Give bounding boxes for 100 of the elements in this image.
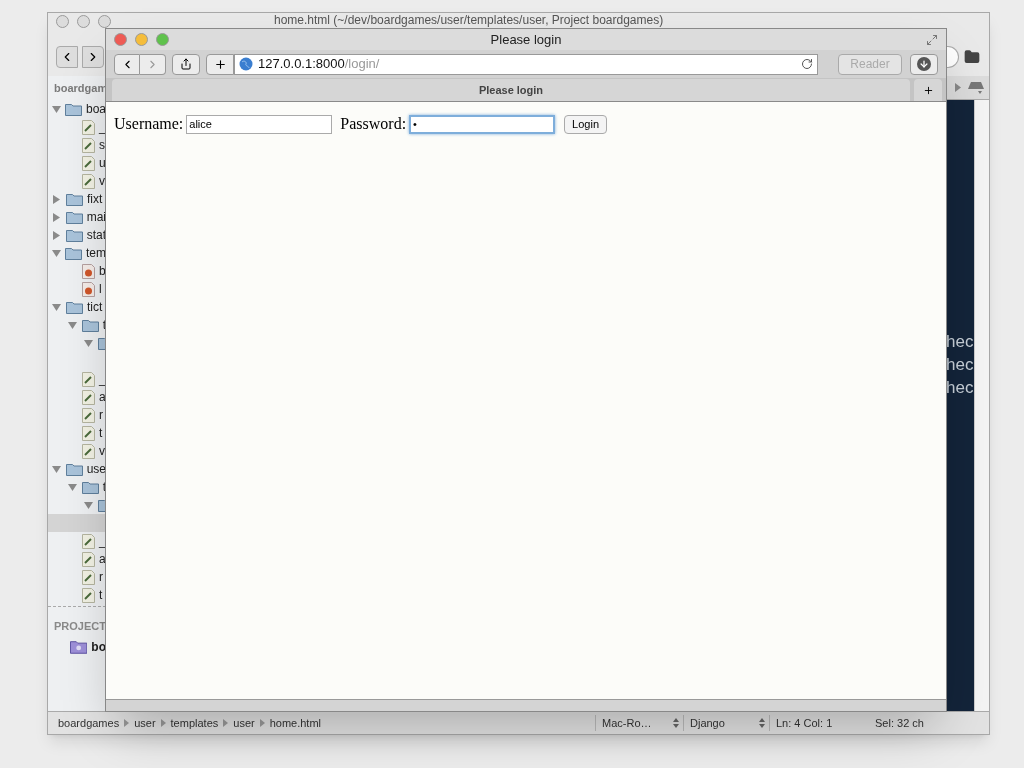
tree-item-label[interactable]: tict xyxy=(87,298,103,316)
tab-scroll-icon[interactable] xyxy=(955,83,961,92)
tree-item-label[interactable]: t xyxy=(99,586,103,604)
login-button[interactable]: Login xyxy=(564,114,607,134)
folder-icon xyxy=(66,300,83,314)
url-text: 127.0.0.1:8000/login/ xyxy=(258,55,380,74)
syntax-select[interactable]: Django xyxy=(683,714,769,732)
disclosure-triangle-icon[interactable] xyxy=(52,194,62,204)
folder-icon xyxy=(65,228,83,242)
script-file-icon xyxy=(82,137,95,153)
projects-header: PROJECT xyxy=(54,620,106,632)
address-field[interactable]: 127.0.0.1:8000/login/ xyxy=(234,53,818,75)
disclosure-triangle-icon[interactable] xyxy=(52,248,61,258)
browser-tab[interactable]: Please login xyxy=(112,79,910,101)
breadcrumb[interactable]: user xyxy=(233,714,255,732)
window-title: Please login xyxy=(490,30,562,49)
code-line: hec xyxy=(946,354,974,376)
back-button[interactable] xyxy=(114,53,140,75)
disclosure-triangle-icon[interactable] xyxy=(52,104,61,114)
globe-icon xyxy=(239,57,253,71)
folder-icon xyxy=(81,480,99,494)
script-file-icon xyxy=(82,119,95,135)
tree-item-label[interactable]: a xyxy=(99,550,106,568)
tree-item-label[interactable]: stat xyxy=(86,226,106,244)
share-icon xyxy=(180,58,192,70)
tree-item-label[interactable]: r xyxy=(99,406,103,424)
breadcrumb[interactable]: user xyxy=(134,714,156,732)
script-file-icon xyxy=(82,155,95,171)
web-file-icon xyxy=(82,281,95,297)
breadcrumb-separator-icon xyxy=(160,719,166,727)
project-icon xyxy=(70,640,88,654)
cursor-position: Ln: 4 Col: 1 xyxy=(769,714,869,732)
tree-item-label[interactable]: boa xyxy=(86,100,107,118)
disclosure-triangle-icon[interactable] xyxy=(52,464,62,474)
stepper-icon xyxy=(673,718,679,728)
password-field[interactable]: • xyxy=(409,114,556,134)
breadcrumb-separator-icon xyxy=(124,719,130,727)
selection-info: Sel: 32 ch xyxy=(874,715,925,731)
forward-button[interactable] xyxy=(82,45,104,68)
tab-menu-icon[interactable] xyxy=(967,81,985,94)
code-line: hec xyxy=(946,331,974,353)
script-file-icon xyxy=(82,371,95,387)
tree-item-label[interactable]: mai xyxy=(86,208,106,226)
disclosure-triangle-icon[interactable] xyxy=(84,338,94,348)
plus-icon xyxy=(213,57,227,71)
breadcrumb-separator-icon xyxy=(259,719,265,727)
disclosure-triangle-icon[interactable] xyxy=(68,320,78,330)
breadcrumb[interactable]: templates xyxy=(170,714,219,732)
tree-item-label[interactable]: v xyxy=(99,172,105,190)
close-button[interactable] xyxy=(56,15,69,28)
folder-icon xyxy=(65,462,83,476)
folder-icon xyxy=(65,246,82,260)
folder-icon xyxy=(81,318,99,332)
minimize-button[interactable] xyxy=(135,33,148,46)
downloads-button[interactable] xyxy=(910,53,938,75)
password-label: Password: xyxy=(340,114,407,134)
tree-item-label[interactable]: use xyxy=(86,460,106,478)
code-line: hec xyxy=(946,377,974,399)
tree-item-label[interactable]: l xyxy=(99,280,102,298)
window-title: home.html (~/dev/boardgames/user/templates/user, Project boardgames) xyxy=(274,13,664,28)
script-file-icon xyxy=(82,443,95,459)
zoom-button[interactable] xyxy=(98,15,111,28)
tree-item-label[interactable]: fixt xyxy=(87,190,103,208)
stepper-icon xyxy=(759,718,765,728)
tree-item-label[interactable]: u xyxy=(99,154,106,172)
script-file-icon xyxy=(82,551,95,567)
reload-icon[interactable] xyxy=(801,58,813,70)
script-file-icon xyxy=(82,569,95,585)
new-tab-button[interactable] xyxy=(914,79,942,101)
project-label[interactable]: bo xyxy=(91,638,106,656)
disclosure-triangle-icon[interactable] xyxy=(68,482,78,492)
folder-icon[interactable] xyxy=(963,48,981,65)
script-file-icon xyxy=(82,533,95,549)
username-field[interactable]: alice xyxy=(186,114,333,134)
breadcrumb[interactable]: boardgames xyxy=(58,714,120,732)
back-button[interactable] xyxy=(56,45,78,68)
tree-item-label[interactable]: tem xyxy=(86,244,106,262)
tree-item-label[interactable]: b xyxy=(99,262,106,280)
fullscreen-icon[interactable] xyxy=(926,33,938,46)
tree-item-label[interactable]: r xyxy=(99,568,103,586)
folder-icon xyxy=(65,102,82,116)
tree-item-label[interactable]: v xyxy=(99,442,105,460)
zoom-button[interactable] xyxy=(156,33,169,46)
minimize-button[interactable] xyxy=(77,15,90,28)
disclosure-triangle-icon[interactable] xyxy=(52,212,62,222)
tree-item-label[interactable]: t xyxy=(99,424,103,442)
script-file-icon xyxy=(82,389,95,405)
tree-item-label[interactable]: a xyxy=(99,388,106,406)
line-endings-select[interactable]: Mac-Ro… xyxy=(595,714,683,732)
username-label: Username: xyxy=(114,114,184,134)
script-file-icon xyxy=(82,173,95,189)
share-button[interactable] xyxy=(172,53,200,75)
disclosure-triangle-icon[interactable] xyxy=(52,230,62,240)
disclosure-triangle-icon[interactable] xyxy=(52,302,62,312)
tree-item-label[interactable]: s xyxy=(99,136,105,154)
add-bookmark-button[interactable] xyxy=(206,53,234,75)
disclosure-triangle-icon[interactable] xyxy=(84,500,94,510)
breadcrumb[interactable]: home.html xyxy=(269,714,322,732)
plus-icon xyxy=(922,84,934,96)
close-button[interactable] xyxy=(114,33,127,46)
